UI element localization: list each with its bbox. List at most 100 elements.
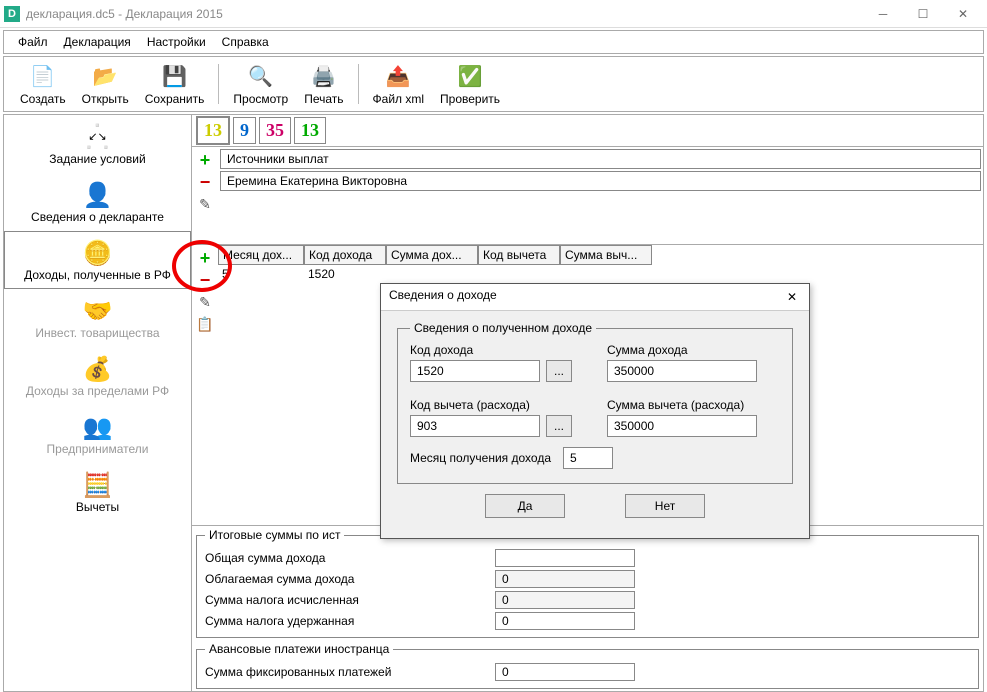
dialog-close-button[interactable]: ✕ xyxy=(783,288,801,306)
totals-group: Итоговые суммы по ист Общая сумма дохода… xyxy=(196,528,979,638)
sidebar-label: Вычеты xyxy=(76,500,119,514)
rate-tabs: 13 9 35 13 xyxy=(192,115,983,147)
check-label: Проверить xyxy=(440,92,500,106)
tax-calc-label: Сумма налога исчисленная xyxy=(205,593,495,607)
calculator-icon: 🧮 xyxy=(80,470,116,500)
sidebar-label: Задание условий xyxy=(49,152,145,166)
fixed-input[interactable] xyxy=(495,663,635,681)
income-table-row[interactable]: 5 1520 xyxy=(218,265,983,283)
open-button[interactable]: 📂 Открыть xyxy=(74,60,137,108)
col-code[interactable]: Код дохода xyxy=(304,245,386,265)
remove-source-button[interactable]: − xyxy=(196,173,214,191)
rate-tab-13[interactable]: 13 xyxy=(196,116,230,145)
total-income-input[interactable] xyxy=(495,549,635,567)
col-sum[interactable]: Сумма дох... xyxy=(386,245,478,265)
sum-income-label: Сумма дохода xyxy=(607,343,780,357)
sidebar-label: Инвест. товарищества xyxy=(35,326,159,340)
menu-help[interactable]: Справка xyxy=(216,33,275,51)
check-icon: ✅ xyxy=(456,62,484,90)
sidebar-item-declarant[interactable]: 👤Сведения о декларанте xyxy=(4,173,191,231)
sidebar-item-invest[interactable]: 🤝Инвест. товарищества xyxy=(4,289,191,347)
tax-withheld-label: Сумма налога удержанная xyxy=(205,614,495,628)
sidebar-label: Предприниматели xyxy=(47,442,149,456)
dialog-group: Сведения о полученном доходе Код дохода … xyxy=(397,321,793,484)
sidebar-label: Сведения о декларанте xyxy=(31,210,164,224)
sources-tools: + − ✎ xyxy=(192,147,218,244)
sources-header: Источники выплат xyxy=(220,149,981,169)
sources-section: + − ✎ Источники выплат Еремина Екатерина… xyxy=(192,147,983,245)
month-label: Месяц получения дохода xyxy=(410,451,551,465)
dialog-title: Сведения о доходе xyxy=(389,288,497,306)
sidebar-item-income-abroad[interactable]: 💰Доходы за пределами РФ xyxy=(4,347,191,405)
close-button[interactable]: ✕ xyxy=(943,0,983,28)
sources-body: Источники выплат Еремина Екатерина Викто… xyxy=(218,147,983,244)
check-button[interactable]: ✅ Проверить xyxy=(432,60,508,108)
sidebar-item-deductions[interactable]: 🧮Вычеты xyxy=(4,463,191,521)
code-income-input[interactable] xyxy=(410,360,540,382)
advance-legend: Авансовые платежи иностранца xyxy=(205,642,393,656)
taxable-label: Облагаемая сумма дохода xyxy=(205,572,495,586)
open-label: Открыть xyxy=(82,92,129,106)
print-button[interactable]: 🖨️Печать xyxy=(296,60,351,108)
sidebar-item-entrepreneur[interactable]: 👥Предприниматели xyxy=(4,405,191,463)
window-title: декларация.dc5 - Декларация 2015 xyxy=(26,7,863,21)
entrepreneur-icon: 👥 xyxy=(80,412,116,442)
maximize-button[interactable]: ☐ xyxy=(903,0,943,28)
sidebar-item-income-rf[interactable]: 🪙Доходы, полученные в РФ xyxy=(4,231,191,289)
fixed-label: Сумма фиксированных платежей xyxy=(205,665,495,679)
totals-legend: Итоговые суммы по ист xyxy=(205,528,344,542)
sidebar-label: Доходы, полученные в РФ xyxy=(24,268,171,282)
person-icon: 👤 xyxy=(80,180,116,210)
code-ded-label: Код вычета (расхода) xyxy=(410,398,583,412)
rate-tab-9[interactable]: 9 xyxy=(233,117,256,144)
income-table-header: Месяц дох... Код дохода Сумма дох... Код… xyxy=(218,245,983,265)
taxable-input xyxy=(495,570,635,588)
save-button[interactable]: 💾Сохранить xyxy=(137,60,213,108)
minimize-button[interactable]: ─ xyxy=(863,0,903,28)
preview-icon: 🔍 xyxy=(247,62,275,90)
sum-income-input[interactable] xyxy=(607,360,757,382)
filexml-button[interactable]: 📤Файл xml xyxy=(365,60,433,108)
code-income-lookup-button[interactable]: ... xyxy=(546,360,572,382)
copy-income-button[interactable]: 📋 xyxy=(196,315,214,333)
folder-open-icon: 📂 xyxy=(91,62,119,90)
moneybag-icon: 💰 xyxy=(80,354,116,384)
source-row[interactable]: Еремина Екатерина Викторовна xyxy=(220,171,981,191)
sidebar-item-conditions[interactable]: ▫️↙↘▫️ ▫️Задание условий xyxy=(4,115,191,173)
remove-income-button[interactable]: − xyxy=(196,271,214,289)
menu-file[interactable]: Файл xyxy=(12,33,54,51)
rate-tab-35[interactable]: 35 xyxy=(259,117,291,144)
cell-month: 5 xyxy=(218,265,304,283)
code-ded-input[interactable] xyxy=(410,415,540,437)
dialog-no-button[interactable]: Нет xyxy=(625,494,705,518)
edit-income-button[interactable]: ✎ xyxy=(196,293,214,311)
income-dialog: Сведения о доходе ✕ Сведения о полученно… xyxy=(380,283,810,539)
code-income-label: Код дохода xyxy=(410,343,583,357)
rate-tab-13b[interactable]: 13 xyxy=(294,117,326,144)
menu-declaration[interactable]: Декларация xyxy=(58,33,137,51)
create-label: Создать xyxy=(20,92,66,106)
add-income-button[interactable]: + xyxy=(196,249,214,267)
sidebar: ▫️↙↘▫️ ▫️Задание условий 👤Сведения о дек… xyxy=(4,115,192,691)
col-ded-code[interactable]: Код вычета xyxy=(478,245,560,265)
dialog-yes-button[interactable]: Да xyxy=(485,494,565,518)
create-button[interactable]: 📄Создать xyxy=(12,60,74,108)
edit-source-button[interactable]: ✎ xyxy=(196,195,214,213)
code-ded-lookup-button[interactable]: ... xyxy=(546,415,572,437)
col-month[interactable]: Месяц дох... xyxy=(218,245,304,265)
invest-icon: 🤝 xyxy=(80,296,116,326)
dialog-group-legend: Сведения о полученном доходе xyxy=(410,321,596,335)
month-input[interactable] xyxy=(563,447,613,469)
total-income-label: Общая сумма дохода xyxy=(205,551,495,565)
menu-settings[interactable]: Настройки xyxy=(141,33,212,51)
save-label: Сохранить xyxy=(145,92,205,106)
preview-button[interactable]: 🔍Просмотр xyxy=(225,60,296,108)
tax-withheld-input[interactable] xyxy=(495,612,635,630)
col-ded-sum[interactable]: Сумма выч... xyxy=(560,245,652,265)
cell-code: 1520 xyxy=(304,265,386,283)
conditions-icon: ▫️↙↘▫️ ▫️ xyxy=(80,122,116,152)
sum-ded-input[interactable] xyxy=(607,415,757,437)
print-label: Печать xyxy=(304,92,343,106)
add-source-button[interactable]: + xyxy=(196,151,214,169)
menubar: Файл Декларация Настройки Справка xyxy=(3,30,984,54)
